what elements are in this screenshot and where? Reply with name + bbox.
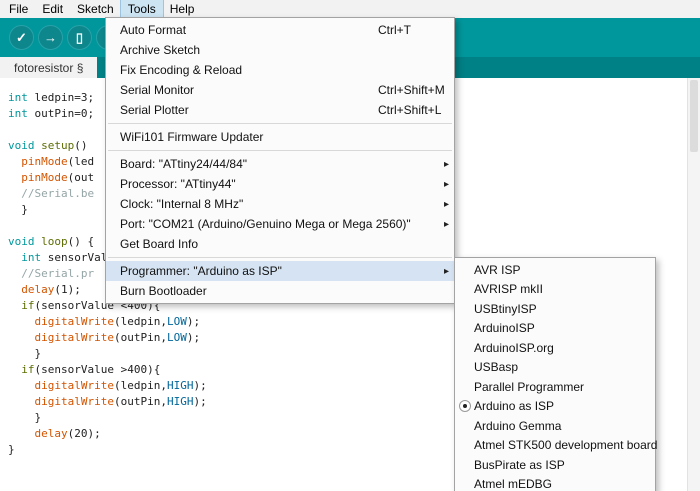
menu-item-label: Fix Encoding & Reload xyxy=(120,63,242,77)
menu-item-label: ArduinoISP.org xyxy=(474,341,554,355)
radio-spacer xyxy=(459,303,471,315)
programmer-item-atmel-stk500-development-board[interactable]: Atmel STK500 development board xyxy=(455,436,655,456)
menu-item-label: Arduino Gemma xyxy=(474,419,561,433)
submenu-arrow-icon: ▸ xyxy=(444,261,449,281)
tab-label: fotoresistor § xyxy=(14,61,83,75)
new-document-icon: ▯ xyxy=(76,31,83,44)
menubar: FileEditSketchToolsHelp xyxy=(0,0,700,18)
new-sketch-button[interactable]: ▯ xyxy=(67,25,92,50)
menu-item-shortcut: Ctrl+Shift+M xyxy=(378,80,445,100)
programmer-item-arduinoisp[interactable]: ArduinoISP xyxy=(455,319,655,339)
radio-spacer xyxy=(459,478,471,490)
radio-spacer xyxy=(459,439,471,451)
menu-item-shortcut: Ctrl+Shift+L xyxy=(378,100,441,120)
menu-item-label: Programmer: "Arduino as ISP" xyxy=(120,264,282,278)
arduino-ide-window: FileEditSketchToolsHelp ✓→▯↑↓ fotoresist… xyxy=(0,0,700,491)
programmer-item-buspirate-as-isp[interactable]: BusPirate as ISP xyxy=(455,455,655,475)
menu-item-label: AVR ISP xyxy=(474,263,520,277)
programmer-item-avr-isp[interactable]: AVR ISP xyxy=(455,260,655,280)
menu-edit[interactable]: Edit xyxy=(35,0,70,18)
menu-item-label: Serial Monitor xyxy=(120,83,194,97)
menu-item-label: Arduino as ISP xyxy=(474,399,554,413)
radio-spacer xyxy=(459,322,471,334)
menu-item-label: Serial Plotter xyxy=(120,103,189,117)
submenu-arrow-icon: ▸ xyxy=(444,214,449,234)
menu-item-label: Clock: "Internal 8 MHz" xyxy=(120,197,243,211)
menu-item-label: Burn Bootloader xyxy=(120,284,207,298)
programmer-item-avrisp-mkii[interactable]: AVRISP mkII xyxy=(455,280,655,300)
tools-menu-item-programmer-arduino-as-isp[interactable]: Programmer: "Arduino as ISP" ▸ xyxy=(106,261,454,281)
menu-item-label: Archive Sketch xyxy=(120,43,200,57)
menu-item-label: Atmel STK500 development board xyxy=(474,438,657,452)
menu-separator xyxy=(108,123,452,124)
submenu-arrow-icon: ▸ xyxy=(444,154,449,174)
menu-item-label: BusPirate as ISP xyxy=(474,458,565,472)
menu-separator xyxy=(108,150,452,151)
programmer-submenu: AVR ISP AVRISP mkII USBtinyISP ArduinoISP Ar… xyxy=(454,257,656,491)
menu-item-label: USBtinyISP xyxy=(474,302,537,316)
right-arrow-icon: → xyxy=(44,31,57,44)
tools-menu: Auto Format Ctrl+T Archive Sketch Fix Encod… xyxy=(105,17,455,304)
submenu-arrow-icon: ▸ xyxy=(444,174,449,194)
programmer-item-usbasp[interactable]: USBasp xyxy=(455,358,655,378)
menu-file[interactable]: File xyxy=(2,0,35,18)
tools-menu-item-port-com21-arduino-genuino-mega-or-mega-2560[interactable]: Port: "COM21 (Arduino/Genuino Mega or Me… xyxy=(106,214,454,234)
tools-menu-item-burn-bootloader[interactable]: Burn Bootloader xyxy=(106,281,454,301)
menu-item-label: Auto Format xyxy=(120,23,186,37)
tools-menu-item-fix-encoding-reload[interactable]: Fix Encoding & Reload xyxy=(106,60,454,80)
scrollbar-thumb[interactable] xyxy=(690,80,698,152)
menu-item-label: USBasp xyxy=(474,360,518,374)
menu-item-label: ArduinoISP xyxy=(474,321,535,335)
menu-item-label: WiFi101 Firmware Updater xyxy=(120,130,263,144)
menu-tools[interactable]: Tools xyxy=(121,0,163,18)
radio-spacer xyxy=(459,381,471,393)
tools-menu-item-auto-format[interactable]: Auto Format Ctrl+T xyxy=(106,20,454,40)
editor-scrollbar[interactable] xyxy=(687,78,700,491)
tools-menu-item-clock-internal-8-mhz[interactable]: Clock: "Internal 8 MHz" ▸ xyxy=(106,194,454,214)
menu-item-label: Atmel mEDBG xyxy=(474,477,552,491)
programmer-item-arduino-as-isp[interactable]: Arduino as ISP xyxy=(455,397,655,417)
upload-button[interactable]: → xyxy=(38,25,63,50)
menu-help[interactable]: Help xyxy=(163,0,202,18)
menu-item-label: Get Board Info xyxy=(120,237,198,251)
verify-button[interactable]: ✓ xyxy=(9,25,34,50)
tools-menu-item-processor-attiny44[interactable]: Processor: "ATtiny44" ▸ xyxy=(106,174,454,194)
tools-menu-item-serial-monitor[interactable]: Serial Monitor Ctrl+Shift+M xyxy=(106,80,454,100)
tools-menu-item-board-attiny24-44-84[interactable]: Board: "ATtiny24/44/84" ▸ xyxy=(106,154,454,174)
programmer-item-atmel-medbg[interactable]: Atmel mEDBG xyxy=(455,475,655,491)
menu-item-label: Board: "ATtiny24/44/84" xyxy=(120,157,247,171)
radio-selected-icon xyxy=(459,400,471,412)
menu-sketch[interactable]: Sketch xyxy=(70,0,121,18)
menu-item-shortcut: Ctrl+T xyxy=(378,20,411,40)
tools-menu-item-serial-plotter[interactable]: Serial Plotter Ctrl+Shift+L xyxy=(106,100,454,120)
submenu-arrow-icon: ▸ xyxy=(444,194,449,214)
tools-menu-item-get-board-info[interactable]: Get Board Info xyxy=(106,234,454,254)
radio-spacer xyxy=(459,420,471,432)
radio-spacer xyxy=(459,283,471,295)
radio-spacer xyxy=(459,361,471,373)
radio-spacer xyxy=(459,459,471,471)
menu-item-label: Processor: "ATtiny44" xyxy=(120,177,236,191)
menu-item-label: AVRISP mkII xyxy=(474,282,543,296)
menu-item-label: Port: "COM21 (Arduino/Genuino Mega or Me… xyxy=(120,217,411,231)
programmer-item-parallel-programmer[interactable]: Parallel Programmer xyxy=(455,377,655,397)
radio-spacer xyxy=(459,342,471,354)
tools-menu-item-archive-sketch[interactable]: Archive Sketch xyxy=(106,40,454,60)
programmer-item-arduino-gemma[interactable]: Arduino Gemma xyxy=(455,416,655,436)
programmer-item-usbtinyisp[interactable]: USBtinyISP xyxy=(455,299,655,319)
menu-separator xyxy=(108,257,452,258)
radio-spacer xyxy=(459,264,471,276)
tab-fotoresistor[interactable]: fotoresistor § xyxy=(0,57,97,78)
programmer-item-arduinoisp-org[interactable]: ArduinoISP.org xyxy=(455,338,655,358)
menu-item-label: Parallel Programmer xyxy=(474,380,584,394)
check-icon: ✓ xyxy=(16,31,27,44)
tools-menu-item-wifi101-firmware-updater[interactable]: WiFi101 Firmware Updater xyxy=(106,127,454,147)
